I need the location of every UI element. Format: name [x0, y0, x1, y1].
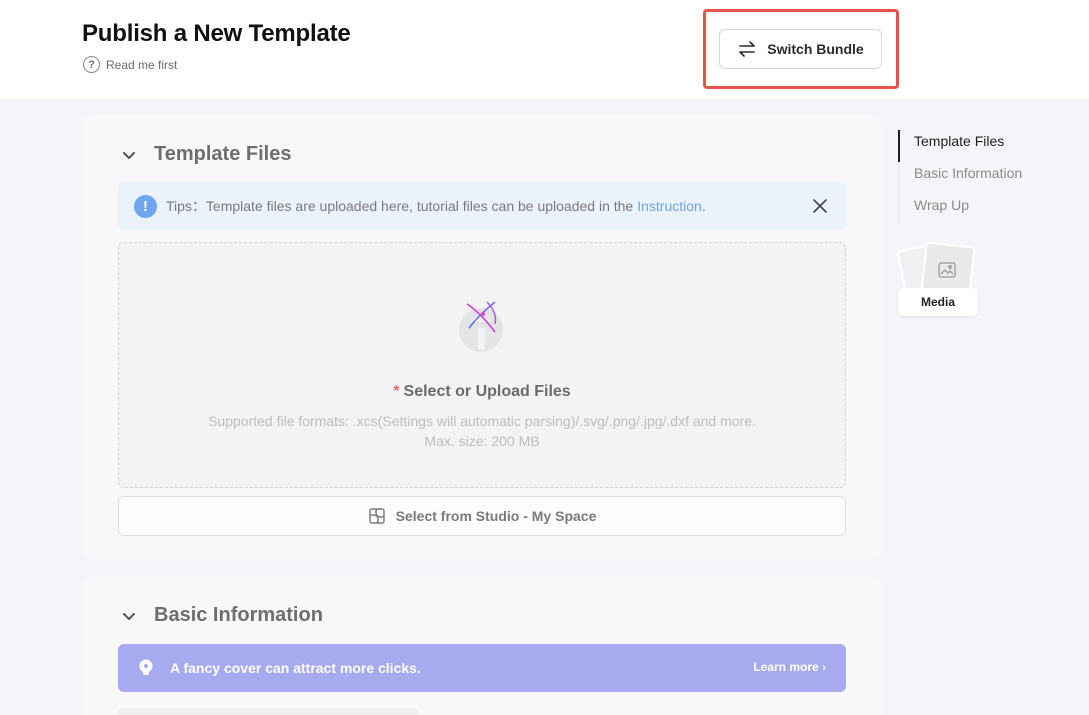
cover-field[interactable] — [118, 708, 418, 715]
tips-banner: ! Tips：Template files are uploaded here,… — [118, 182, 846, 230]
toc-item-wrap-up[interactable]: Wrap Up — [899, 194, 1022, 226]
template-files-header[interactable]: Template Files — [118, 143, 291, 166]
basic-information-header[interactable]: Basic Information — [118, 604, 323, 627]
swap-arrows-icon — [739, 41, 756, 57]
chevron-down-icon — [118, 605, 140, 627]
image-icon — [938, 262, 956, 278]
upload-title: * Select or Upload Files — [119, 383, 845, 401]
required-mark: * — [393, 383, 400, 400]
upload-title-label: Select or Upload Files — [403, 383, 571, 400]
chevron-down-icon — [118, 144, 140, 166]
section-title: Basic Information — [154, 604, 323, 626]
upload-logo-icon — [459, 301, 503, 352]
section-navigation: Template Files Basic Information Wrap Up — [898, 130, 1022, 226]
read-me-label: Read me first — [106, 57, 178, 72]
question-icon: ? — [83, 56, 100, 73]
toc-item-template-files[interactable]: Template Files — [898, 130, 1022, 162]
media-button[interactable]: Media — [896, 241, 979, 318]
section-title: Template Files — [154, 143, 292, 165]
cover-promo-banner: A fancy cover can attract more clicks. L… — [118, 644, 846, 692]
switch-bundle-button[interactable]: Switch Bundle — [719, 29, 882, 69]
read-me-link[interactable]: ? Read me first — [83, 56, 177, 73]
top-bar: Publish a New Template ? Read me first S… — [0, 0, 1089, 99]
toc-item-basic-information[interactable]: Basic Information — [899, 162, 1022, 194]
studio-button-label: Select from Studio - My Space — [395, 508, 597, 524]
select-from-studio-button[interactable]: Select from Studio - My Space — [118, 496, 846, 536]
tips-text: Tips：Template files are uploaded here, t… — [166, 198, 634, 214]
studio-icon — [368, 508, 385, 524]
instruction-link[interactable]: Instruction — [637, 198, 702, 214]
switch-bundle-label: Switch Bundle — [767, 41, 864, 57]
media-label: Media — [898, 288, 978, 316]
basic-information-section: Basic Information A fancy cover can attr… — [82, 576, 882, 715]
close-icon[interactable] — [810, 196, 830, 216]
upload-dropzone[interactable]: * Select or Upload Files Supported file f… — [118, 242, 846, 488]
tips-suffix: . — [701, 198, 706, 214]
upload-max-size: Max. size: 200 MB — [424, 433, 540, 449]
learn-more-link[interactable]: Learn more › — [753, 660, 826, 674]
template-files-section: Template Files ! Tips：Template files are… — [82, 115, 882, 560]
page-title: Publish a New Template — [82, 20, 351, 47]
info-icon: ! — [134, 194, 157, 218]
upload-formats: Supported file formats: .xcs(Settings wi… — [208, 413, 756, 429]
lightbulb-icon — [139, 659, 153, 675]
promo-text: A fancy cover can attract more clicks. — [170, 660, 421, 676]
